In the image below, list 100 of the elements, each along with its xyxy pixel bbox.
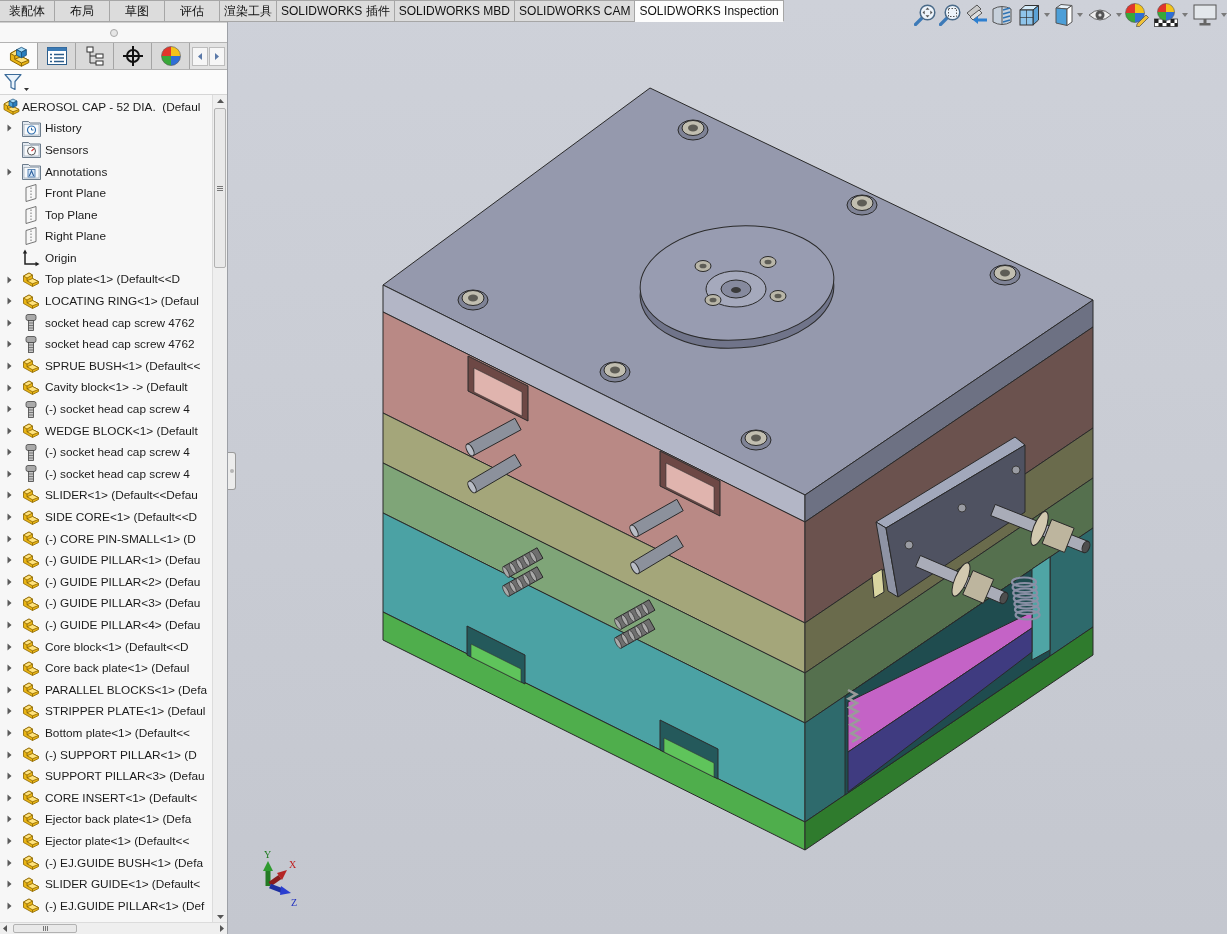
property-list-icon[interactable] (46, 47, 67, 65)
caret-icon[interactable] (24, 88, 29, 91)
scrollbar-thumb[interactable] (13, 924, 77, 933)
tree-item[interactable]: (-) socket head cap screw 4 (45, 402, 190, 417)
tree-item[interactable]: Bottom plate<1> (Default<< (45, 725, 190, 741)
grip-dot-icon[interactable] (229, 469, 234, 473)
tree-item[interactable]: Front Plane (45, 186, 106, 201)
tree-item[interactable]: Origin (45, 250, 77, 266)
expand-arrow-icon[interactable] (7, 837, 12, 845)
tree-item[interactable]: WEDGE BLOCK<1> (Default (45, 423, 198, 438)
expand-arrow-icon[interactable] (7, 685, 12, 694)
tree-item[interactable]: AEROSOL CAP - 52 DIA. (Defaul (22, 99, 201, 114)
tree-item[interactable]: (-) CORE PIN-SMALL<1> (D (45, 531, 196, 546)
tree-item[interactable]: (-) GUIDE PILLAR<3> (Defau (45, 596, 201, 611)
expand-arrow-icon[interactable] (7, 513, 12, 522)
tree-item[interactable]: Core back plate<1> (Defaul (45, 661, 190, 676)
expand-arrow-icon[interactable] (7, 383, 12, 392)
color-ball-scene-icon[interactable] (1154, 3, 1178, 27)
tree-item[interactable]: Top Plane (45, 207, 98, 222)
expand-arrow-icon[interactable] (7, 167, 12, 176)
expand-arrow-icon[interactable] (7, 426, 12, 435)
tree-item[interactable]: Ejector plate<1> (Default<< (45, 833, 190, 849)
expand-arrow-icon[interactable] (7, 858, 12, 867)
expand-arrow-icon[interactable] (7, 124, 12, 133)
expand-arrow-icon[interactable] (7, 664, 12, 673)
expand-arrow-icon[interactable] (7, 361, 12, 370)
expand-arrow-icon[interactable] (7, 405, 12, 414)
tree-item[interactable]: Top plate<1> (Default<<D (45, 272, 181, 287)
color-ball-icon[interactable] (160, 46, 181, 66)
expand-arrow-icon[interactable] (7, 772, 12, 781)
scroll-left-icon[interactable] (3, 925, 7, 932)
tree-item[interactable]: (-) EJ.GUIDE BUSH<1> (Defa (45, 855, 203, 870)
zoom-area-icon[interactable] (939, 4, 961, 26)
expand-arrow-icon[interactable] (7, 534, 12, 543)
tree-item[interactable]: Ejector back plate<1> (Defa (45, 812, 192, 827)
expand-arrow-icon[interactable] (7, 707, 12, 716)
tree-item[interactable]: SUPPORT PILLAR<3> (Defau (45, 769, 205, 784)
grip-dot-icon[interactable] (109, 28, 118, 37)
ribbon-tab[interactable]: 评估 (165, 0, 220, 22)
tree-item[interactable]: socket head cap screw 4762 (45, 337, 195, 352)
expand-arrow-icon[interactable] (7, 297, 12, 306)
tree-item[interactable]: (-) GUIDE PILLAR<2> (Defau (45, 574, 201, 589)
expand-arrow-icon[interactable] (7, 793, 12, 802)
expand-arrow-icon[interactable] (7, 880, 12, 889)
ribbon-tab[interactable]: SOLIDWORKS 插件 (277, 0, 395, 22)
tree-item[interactable]: Sensors (45, 142, 89, 158)
color-ball-pencil-icon[interactable] (1125, 3, 1149, 27)
expand-arrow-icon[interactable] (7, 729, 12, 737)
expand-arrow-icon[interactable] (7, 491, 12, 500)
expand-arrow-icon[interactable] (7, 448, 12, 457)
expand-arrow-icon[interactable] (7, 750, 12, 759)
scroll-up-icon[interactable] (216, 99, 224, 103)
tree-item[interactable]: SPRUE BUSH<1> (Default<< (45, 358, 201, 373)
tree-item[interactable]: SIDE CORE<1> (Default<<D (45, 510, 198, 525)
scroll-down-icon[interactable] (216, 915, 224, 919)
tree-item[interactable]: (-) socket head cap screw 4 (45, 466, 190, 481)
shaded-cube-icon[interactable] (1055, 4, 1073, 26)
expand-arrow-icon[interactable] (7, 275, 12, 284)
panel-tab[interactable] (114, 43, 152, 69)
tree-item[interactable]: History (45, 121, 82, 136)
expand-arrow-icon[interactable] (7, 340, 12, 349)
tree-item[interactable]: Core block<1> (Default<<D (45, 639, 189, 654)
tree-item[interactable]: SLIDER<1> (Default<<Defau (45, 488, 198, 503)
expand-arrow-icon[interactable] (7, 621, 12, 630)
hierarchy-icon[interactable] (85, 46, 104, 66)
filter-icon[interactable] (4, 73, 22, 91)
vertical-scrollbar[interactable] (212, 95, 227, 922)
tree-item[interactable]: LOCATING RING<1> (Defaul (45, 294, 199, 309)
expand-arrow-icon[interactable] (7, 642, 12, 651)
ribbon-tab[interactable]: 草图 (110, 0, 165, 22)
expand-arrow-icon[interactable] (7, 901, 12, 910)
horizontal-scrollbar[interactable] (0, 922, 227, 934)
tree-item[interactable]: CORE INSERT<1> (Default< (45, 790, 198, 805)
binoculars-icon[interactable] (964, 4, 988, 26)
view-cube-icon[interactable] (1018, 4, 1040, 26)
ribbon-tab[interactable]: 渲染工具 (220, 0, 277, 22)
section-view-icon[interactable] (991, 4, 1013, 26)
panel-tab[interactable] (76, 43, 114, 69)
ribbon-tab[interactable]: SOLIDWORKS MBD (394, 0, 516, 22)
tree-item[interactable]: Cavity block<1> -> (Default (45, 380, 188, 395)
panel-tab[interactable] (38, 43, 76, 69)
expand-arrow-icon[interactable] (7, 469, 12, 478)
tree-item[interactable]: Annotations (45, 164, 108, 179)
tab-scroll-button[interactable] (192, 46, 208, 66)
expand-arrow-icon[interactable] (7, 577, 12, 586)
tree-item[interactable]: (-) GUIDE PILLAR<1> (Defau (45, 553, 201, 568)
scroll-right-icon[interactable] (220, 925, 224, 932)
tree-item[interactable]: PARALLEL BLOCKS<1> (Defa (45, 682, 207, 697)
tab-scroll-button[interactable] (209, 46, 225, 66)
eye-icon[interactable] (1088, 8, 1112, 22)
tree-item[interactable]: socket head cap screw 4762 (45, 315, 195, 330)
expand-arrow-icon[interactable] (7, 599, 12, 608)
expand-arrow-icon[interactable] (7, 318, 12, 327)
ribbon-tab[interactable]: SOLIDWORKS Inspection (635, 0, 784, 22)
tree-item[interactable]: (-) socket head cap screw 4 (45, 445, 190, 460)
zoom-to-fit-icon[interactable] (914, 4, 936, 26)
expand-arrow-icon[interactable] (7, 556, 12, 565)
panel-tab[interactable] (0, 43, 38, 69)
assembly-icon[interactable] (7, 45, 30, 67)
tree-item[interactable]: Right Plane (45, 229, 106, 244)
